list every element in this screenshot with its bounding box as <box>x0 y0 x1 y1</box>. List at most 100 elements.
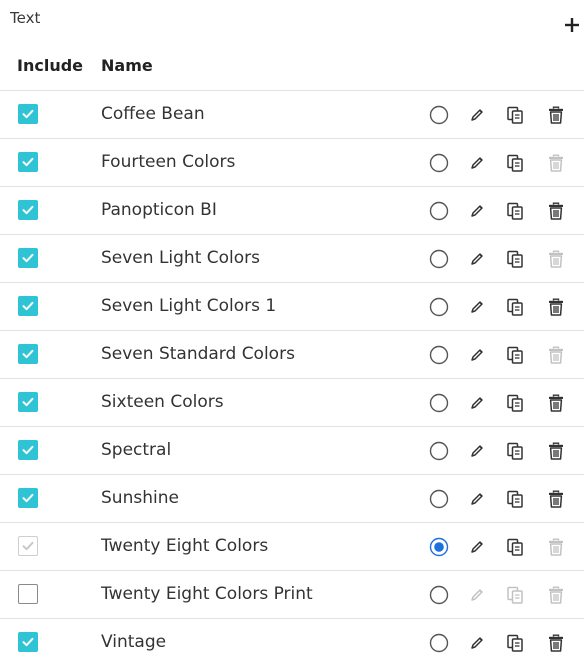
edit-button[interactable] <box>466 632 488 654</box>
table-row: Seven Light Colors 1 <box>0 282 584 330</box>
pencil-icon <box>471 253 483 265</box>
delete-button[interactable] <box>545 152 567 174</box>
table-row: Sunshine <box>0 474 584 522</box>
palette-name: Twenty Eight Colors Print <box>101 584 313 604</box>
table-row: Seven Standard Colors <box>0 330 584 378</box>
delete-button[interactable] <box>545 584 567 606</box>
table-row: Sixteen Colors <box>0 378 584 426</box>
radio-icon <box>429 585 449 605</box>
trash-icon <box>549 490 563 508</box>
delete-button[interactable] <box>545 248 567 270</box>
duplicate-button[interactable] <box>504 536 526 558</box>
check-icon <box>22 109 34 119</box>
delete-button[interactable] <box>545 536 567 558</box>
pencil-icon <box>471 445 483 457</box>
default-radio[interactable] <box>428 488 450 510</box>
check-icon <box>22 349 34 359</box>
palette-name: Spectral <box>101 440 172 460</box>
add-palette-button[interactable] <box>562 15 582 35</box>
include-checkbox[interactable] <box>18 152 38 172</box>
default-radio[interactable] <box>428 104 450 126</box>
delete-button[interactable] <box>545 488 567 510</box>
copy-icon <box>507 586 523 604</box>
default-radio[interactable] <box>428 536 450 558</box>
edit-button[interactable] <box>466 392 488 414</box>
palette-name: Vintage <box>101 632 167 652</box>
default-radio[interactable] <box>428 200 450 222</box>
include-checkbox[interactable] <box>18 632 38 652</box>
trash-icon <box>549 538 563 556</box>
check-icon <box>22 493 34 503</box>
delete-button[interactable] <box>545 344 567 366</box>
check-icon <box>22 301 34 311</box>
radio-icon <box>429 201 449 221</box>
default-radio[interactable] <box>428 248 450 270</box>
edit-button[interactable] <box>466 248 488 270</box>
duplicate-button[interactable] <box>504 104 526 126</box>
edit-button[interactable] <box>466 440 488 462</box>
edit-button[interactable] <box>466 536 488 558</box>
default-radio[interactable] <box>428 152 450 174</box>
delete-button[interactable] <box>545 104 567 126</box>
table-row: Fourteen Colors <box>0 138 584 186</box>
trash-icon <box>549 298 563 316</box>
edit-button[interactable] <box>466 488 488 510</box>
delete-button[interactable] <box>545 440 567 462</box>
trash-icon <box>549 346 563 364</box>
column-header-name: Name <box>101 56 153 75</box>
edit-button[interactable] <box>466 200 488 222</box>
duplicate-button[interactable] <box>504 152 526 174</box>
edit-button[interactable] <box>466 104 488 126</box>
edit-button[interactable] <box>466 296 488 318</box>
duplicate-button[interactable] <box>504 392 526 414</box>
duplicate-button[interactable] <box>504 248 526 270</box>
table-header: Include Name <box>0 56 584 78</box>
pencil-icon <box>471 493 483 505</box>
include-checkbox[interactable] <box>18 104 38 124</box>
check-icon <box>22 541 34 551</box>
check-icon <box>22 157 34 167</box>
duplicate-button[interactable] <box>504 440 526 462</box>
default-radio[interactable] <box>428 392 450 414</box>
include-checkbox[interactable] <box>18 536 38 556</box>
edit-button[interactable] <box>466 152 488 174</box>
include-checkbox[interactable] <box>18 488 38 508</box>
include-checkbox[interactable] <box>18 248 38 268</box>
duplicate-button[interactable] <box>504 200 526 222</box>
default-radio[interactable] <box>428 632 450 654</box>
table-row: Seven Light Colors <box>0 234 584 282</box>
duplicate-button[interactable] <box>504 632 526 654</box>
radio-icon <box>429 489 449 509</box>
trash-icon <box>549 202 563 220</box>
edit-button[interactable] <box>466 344 488 366</box>
palette-name: Twenty Eight Colors <box>101 536 269 556</box>
delete-button[interactable] <box>545 392 567 414</box>
trash-icon <box>549 250 563 268</box>
default-radio[interactable] <box>428 296 450 318</box>
pencil-icon <box>471 541 483 553</box>
column-header-include: Include <box>17 56 84 75</box>
include-checkbox[interactable] <box>18 440 38 460</box>
include-checkbox[interactable] <box>18 344 38 364</box>
duplicate-button[interactable] <box>504 344 526 366</box>
check-icon <box>22 205 34 215</box>
include-checkbox[interactable] <box>18 200 38 220</box>
check-icon <box>22 397 34 407</box>
include-checkbox[interactable] <box>18 296 38 316</box>
duplicate-button[interactable] <box>504 584 526 606</box>
default-radio[interactable] <box>428 344 450 366</box>
palette-list: Coffee Bean Fourteen Colors Panopticon B… <box>0 90 584 666</box>
duplicate-button[interactable] <box>504 296 526 318</box>
delete-button[interactable] <box>545 632 567 654</box>
include-checkbox[interactable] <box>18 392 38 412</box>
delete-button[interactable] <box>545 296 567 318</box>
delete-button[interactable] <box>545 200 567 222</box>
trash-icon <box>549 394 563 412</box>
default-radio[interactable] <box>428 584 450 606</box>
duplicate-button[interactable] <box>504 488 526 510</box>
edit-button[interactable] <box>466 584 488 606</box>
include-checkbox[interactable] <box>18 584 38 604</box>
radio-icon <box>429 249 449 269</box>
default-radio[interactable] <box>428 440 450 462</box>
radio-icon <box>429 633 449 653</box>
